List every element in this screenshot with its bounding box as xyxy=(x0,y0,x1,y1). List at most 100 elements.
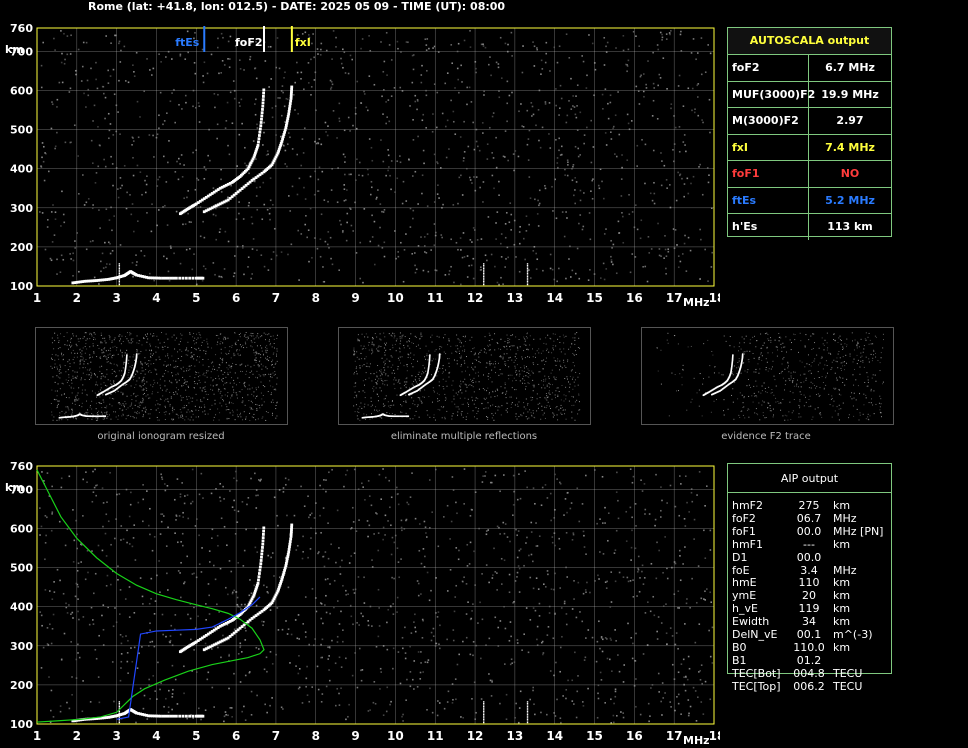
noise-dot xyxy=(276,355,278,357)
noise-dot xyxy=(405,41,408,43)
noise-dot xyxy=(136,412,138,414)
noise-dot xyxy=(378,378,380,380)
noise-dot xyxy=(384,343,386,345)
noise-dot xyxy=(381,374,383,376)
noise-dot xyxy=(117,365,119,367)
noise-dot xyxy=(207,154,209,157)
noise-dot xyxy=(203,350,205,352)
noise-dot xyxy=(553,413,555,415)
noise-dot xyxy=(510,345,512,347)
noise-dot xyxy=(485,352,487,354)
noise-dot xyxy=(272,353,274,355)
noise-dot xyxy=(882,339,884,341)
noise-dot xyxy=(566,174,569,177)
noise-dot xyxy=(464,362,466,364)
noise-dot xyxy=(377,189,379,191)
noise-dot xyxy=(238,59,241,61)
noise-dot xyxy=(248,172,250,175)
noise-dot xyxy=(180,399,182,401)
noise-dot xyxy=(59,388,61,390)
noise-dot xyxy=(361,407,363,409)
noise-dot xyxy=(421,335,423,337)
noise-dot xyxy=(532,379,534,381)
noise-dot xyxy=(540,73,542,75)
noise-dot xyxy=(136,261,138,263)
noise-dot xyxy=(185,354,187,356)
noise-dot xyxy=(65,379,67,381)
noise-dot xyxy=(272,335,274,337)
noise-dot xyxy=(433,223,436,225)
noise-dot xyxy=(135,264,138,266)
noise-dot xyxy=(94,392,96,394)
noise-dot xyxy=(514,404,516,406)
noise-dot xyxy=(343,188,346,190)
noise-dot xyxy=(75,343,77,345)
noise-dot xyxy=(135,396,137,398)
noise-dot xyxy=(210,388,212,390)
noise-dot xyxy=(257,418,259,420)
noise-dot xyxy=(553,46,556,49)
noise-dot xyxy=(354,106,357,109)
noise-dot xyxy=(82,367,84,369)
noise-dot xyxy=(263,203,266,206)
noise-dot xyxy=(544,417,546,419)
noise-dot xyxy=(172,375,174,377)
noise-dot xyxy=(228,350,230,352)
noise-dot xyxy=(122,393,124,395)
noise-dot xyxy=(408,159,410,161)
noise-dot xyxy=(856,354,858,356)
noise-dot xyxy=(257,333,259,335)
noise-dot xyxy=(121,404,123,406)
noise-dot xyxy=(63,32,65,35)
noise-dot xyxy=(51,411,53,413)
noise-dot xyxy=(478,375,480,377)
noise-dot xyxy=(346,221,348,224)
noise-dot xyxy=(145,368,147,370)
noise-dot xyxy=(510,403,512,405)
noise-dot xyxy=(857,385,859,387)
noise-dot xyxy=(236,349,238,351)
noise-dot xyxy=(853,392,855,394)
noise-dot xyxy=(221,359,223,361)
noise-streak xyxy=(118,264,121,266)
noise-dot xyxy=(605,228,607,230)
noise-dot xyxy=(203,387,205,389)
trace-point xyxy=(258,134,261,137)
noise-dot xyxy=(383,209,386,211)
noise-dot xyxy=(531,415,533,417)
noise-dot xyxy=(255,361,257,363)
noise-dot xyxy=(75,395,77,397)
autoscala-param: ftEs xyxy=(728,187,809,213)
noise-dot xyxy=(255,403,257,405)
noise-dot xyxy=(217,93,219,96)
noise-dot xyxy=(555,345,557,347)
noise-dot xyxy=(384,380,386,382)
noise-dot xyxy=(245,373,247,375)
noise-dot xyxy=(218,275,220,278)
noise-dot xyxy=(502,373,504,375)
noise-dot xyxy=(458,391,460,393)
noise-dot xyxy=(99,356,101,358)
noise-dot xyxy=(198,416,200,418)
noise-dot xyxy=(245,164,248,167)
noise-dot xyxy=(527,403,529,405)
noise-dot xyxy=(87,363,89,365)
noise-dot xyxy=(397,366,399,368)
noise-dot xyxy=(166,388,168,390)
noise-dot xyxy=(508,378,510,380)
noise-dot xyxy=(80,80,83,82)
noise-dot xyxy=(144,373,146,375)
noise-dot xyxy=(247,204,250,207)
noise-dot xyxy=(771,391,773,393)
noise-dot xyxy=(451,384,453,386)
noise-dot xyxy=(555,364,557,366)
noise-dot xyxy=(227,196,229,199)
noise-dot xyxy=(150,350,152,352)
noise-dot xyxy=(225,409,227,411)
noise-dot xyxy=(120,349,122,351)
noise-dot xyxy=(882,333,884,335)
noise-dot xyxy=(822,343,824,345)
noise-dot xyxy=(111,229,113,232)
noise-dot xyxy=(56,368,58,370)
noise-dot xyxy=(215,214,217,217)
